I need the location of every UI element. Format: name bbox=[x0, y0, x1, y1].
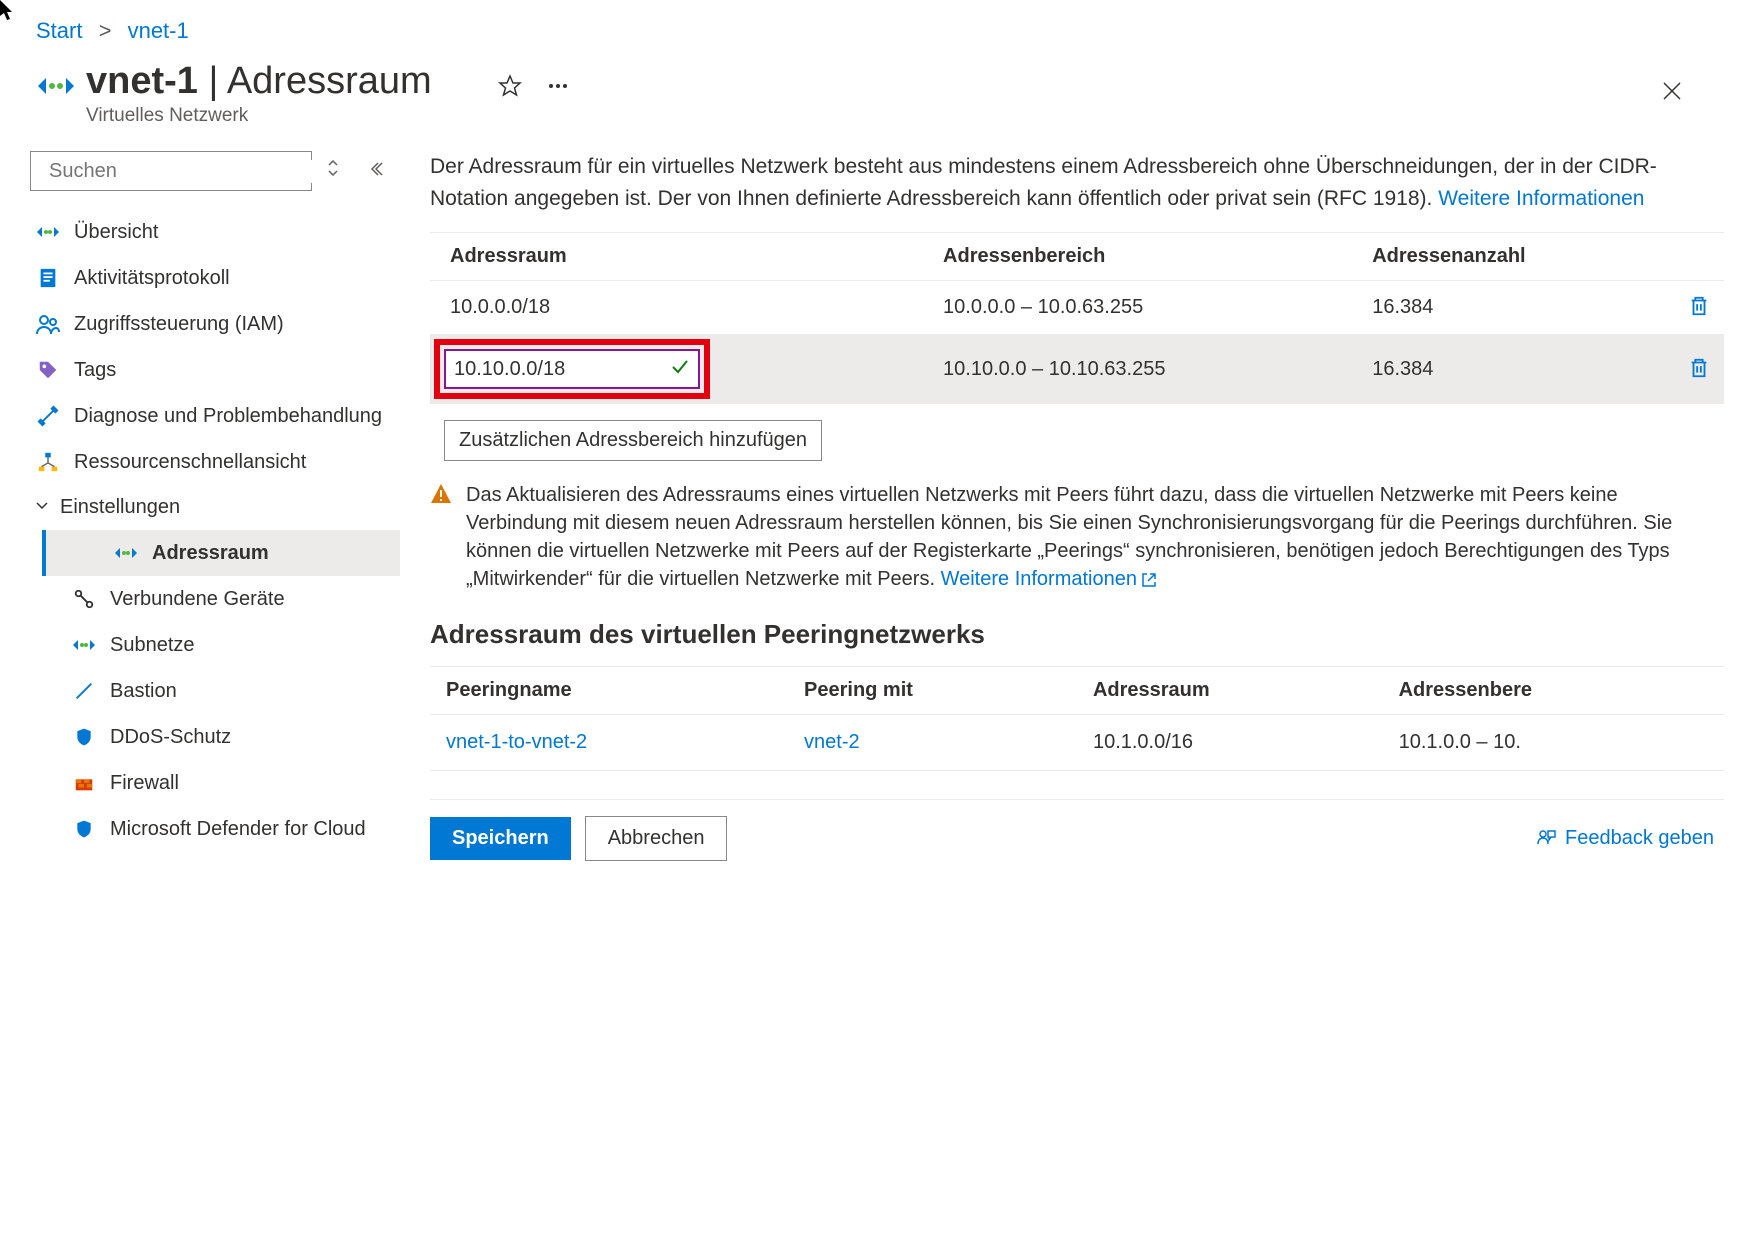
people-icon bbox=[36, 312, 60, 336]
vnet-icon bbox=[36, 66, 76, 106]
more-button[interactable] bbox=[540, 68, 576, 107]
search-input[interactable] bbox=[30, 151, 312, 191]
shield-icon bbox=[72, 817, 96, 841]
nav-label: Bastion bbox=[110, 680, 177, 703]
trash-icon bbox=[1688, 357, 1710, 379]
feedback-link[interactable]: Feedback geben bbox=[1535, 827, 1714, 850]
col-count: Adressenanzahl bbox=[1352, 233, 1664, 281]
nav-label: DDoS-Schutz bbox=[110, 726, 231, 749]
nav-label: Ressourcenschnellansicht bbox=[74, 451, 306, 474]
page-subtitle: Virtuelles Netzwerk bbox=[86, 105, 432, 127]
shield-icon bbox=[72, 725, 96, 749]
close-icon bbox=[1662, 81, 1682, 101]
nav-label: Übersicht bbox=[74, 221, 158, 244]
cursor-icon bbox=[0, 0, 16, 22]
nav-diagnose[interactable]: Diagnose und Problembehandlung bbox=[30, 393, 400, 439]
vnet-icon bbox=[36, 220, 60, 244]
nav-address-space[interactable]: Adressraum bbox=[42, 530, 400, 576]
peer-name-link[interactable]: vnet-1-to-vnet-2 bbox=[446, 731, 587, 753]
favorite-button[interactable] bbox=[492, 68, 528, 107]
trash-icon bbox=[1688, 295, 1710, 317]
add-range-button[interactable]: Zusätzlichen Adressbereich hinzufügen bbox=[444, 420, 822, 461]
nav-resource-view[interactable]: Ressourcenschnellansicht bbox=[30, 439, 400, 485]
table-row: vnet-1-to-vnet-2 vnet-2 10.1.0.0/16 10.1… bbox=[430, 715, 1724, 771]
tools-icon bbox=[36, 404, 60, 428]
col-space: Adressraum bbox=[430, 233, 923, 281]
col-peer-with: Peering mit bbox=[788, 667, 1077, 715]
highlighted-input: 10.10.0.0/18 bbox=[434, 339, 710, 399]
nav-label: Einstellungen bbox=[60, 496, 180, 519]
bastion-icon bbox=[72, 679, 96, 703]
nav-label: Subnetze bbox=[110, 634, 195, 657]
nav-firewall[interactable]: Firewall bbox=[72, 760, 400, 806]
nav-settings-group[interactable]: Einstellungen bbox=[30, 485, 400, 530]
check-icon bbox=[670, 356, 690, 382]
page-title: vnet-1 | Adressraum bbox=[86, 60, 432, 103]
nav-ddos[interactable]: DDoS-Schutz bbox=[72, 714, 400, 760]
warning-banner: Das Aktualisieren des Adressraums eines … bbox=[430, 481, 1724, 593]
chevron-down-icon bbox=[34, 496, 50, 519]
peering-table: Peeringname Peering mit Adressraum Adres… bbox=[430, 666, 1724, 771]
table-row: 10.0.0.0/18 10.0.0.0 – 10.0.63.255 16.38… bbox=[430, 281, 1724, 335]
nav-bastion[interactable]: Bastion bbox=[72, 668, 400, 714]
delete-button[interactable] bbox=[1684, 353, 1714, 386]
nav-defender[interactable]: Microsoft Defender for Cloud bbox=[72, 806, 400, 852]
vnet-icon bbox=[114, 541, 138, 565]
delete-button[interactable] bbox=[1684, 291, 1714, 324]
topology-icon bbox=[36, 450, 60, 474]
sort-icon[interactable] bbox=[326, 159, 340, 183]
connected-icon bbox=[72, 587, 96, 611]
breadcrumb: Start > vnet-1 bbox=[0, 0, 1754, 54]
tag-icon bbox=[36, 358, 60, 382]
star-icon bbox=[498, 74, 522, 98]
firewall-icon bbox=[72, 771, 96, 795]
log-icon bbox=[36, 266, 60, 290]
peer-with-link[interactable]: vnet-2 bbox=[804, 731, 860, 753]
address-input[interactable]: 10.10.0.0/18 bbox=[444, 349, 700, 389]
col-peer-space: Adressraum bbox=[1077, 667, 1383, 715]
feedback-icon bbox=[1535, 828, 1557, 850]
vnet-icon bbox=[72, 633, 96, 657]
nav-label: Verbundene Geräte bbox=[110, 588, 285, 611]
table-row: 10.10.0.0/18 10.10.0.0 – 10.10.63.255 16… bbox=[430, 335, 1724, 404]
warning-link[interactable]: Weitere Informationen bbox=[941, 568, 1157, 590]
intro-text: Der Adressraum für ein virtuelles Netzwe… bbox=[430, 151, 1724, 214]
col-range: Adressenbereich bbox=[923, 233, 1352, 281]
warning-icon bbox=[430, 483, 452, 593]
intro-link[interactable]: Weitere Informationen bbox=[1438, 187, 1644, 210]
nav-subnets[interactable]: Subnetze bbox=[72, 622, 400, 668]
nav-connected-devices[interactable]: Verbundene Geräte bbox=[72, 576, 400, 622]
nav-tags[interactable]: Tags bbox=[30, 347, 400, 393]
nav-label: Tags bbox=[74, 359, 116, 382]
save-button[interactable]: Speichern bbox=[430, 817, 571, 860]
nav-overview[interactable]: Übersicht bbox=[30, 209, 400, 255]
cancel-button[interactable]: Abbrechen bbox=[585, 816, 728, 861]
nav-label: Zugriffssteuerung (IAM) bbox=[74, 313, 284, 336]
address-table: Adressraum Adressenbereich Adressenanzah… bbox=[430, 232, 1724, 404]
nav-label: Diagnose und Problembehandlung bbox=[74, 405, 382, 428]
peering-heading: Adressraum des virtuellen Peeringnetzwer… bbox=[430, 619, 1724, 650]
nav-label: Microsoft Defender for Cloud bbox=[110, 818, 366, 841]
col-peer-range: Adressenbere bbox=[1383, 667, 1724, 715]
breadcrumb-current[interactable]: vnet-1 bbox=[128, 18, 189, 43]
nav-label: Aktivitätsprotokoll bbox=[74, 267, 230, 290]
close-button[interactable] bbox=[1662, 68, 1718, 108]
nav-activity-log[interactable]: Aktivitätsprotokoll bbox=[30, 255, 400, 301]
nav-label: Adressraum bbox=[152, 542, 269, 565]
nav-label: Firewall bbox=[110, 772, 179, 795]
breadcrumb-separator: > bbox=[99, 18, 112, 43]
collapse-icon[interactable] bbox=[368, 160, 384, 183]
external-link-icon bbox=[1141, 572, 1157, 588]
nav-iam[interactable]: Zugriffssteuerung (IAM) bbox=[30, 301, 400, 347]
breadcrumb-start[interactable]: Start bbox=[36, 18, 82, 43]
ellipsis-icon bbox=[546, 74, 570, 98]
col-peer-name: Peeringname bbox=[430, 667, 788, 715]
